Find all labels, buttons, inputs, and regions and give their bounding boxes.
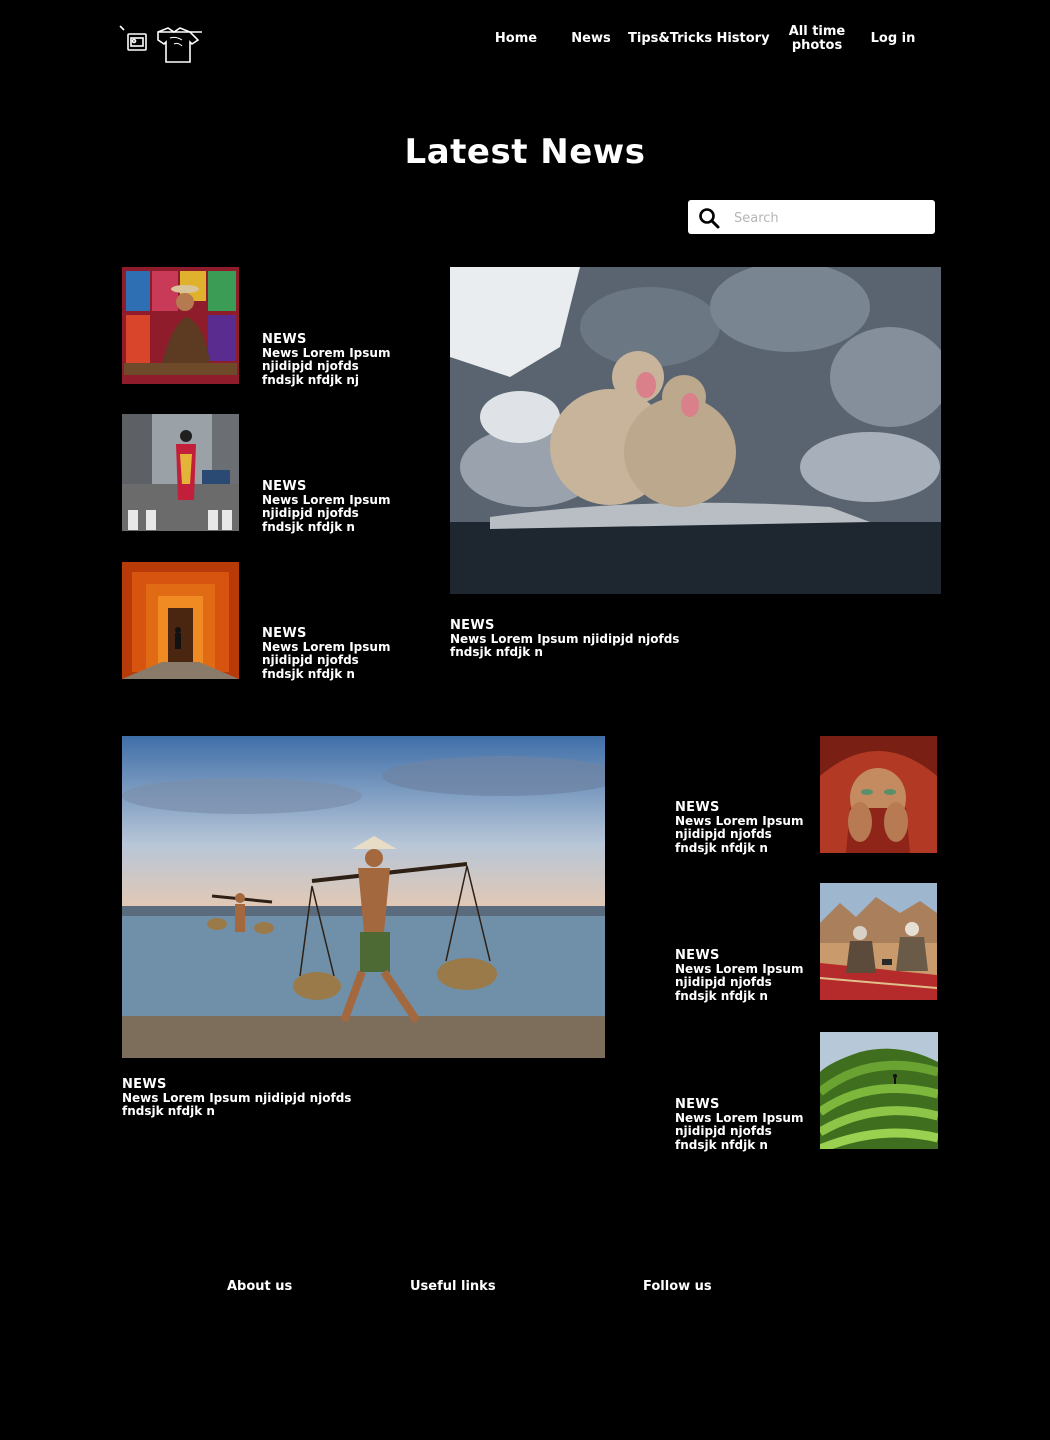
news-description: News Lorem Ipsum njidipjd njofds fndsjk … xyxy=(262,345,391,387)
page-title: Latest News xyxy=(404,132,646,172)
search-icon[interactable] xyxy=(698,207,720,229)
news-thumbnail-image[interactable] xyxy=(820,1032,938,1149)
news-label: NEWS xyxy=(675,948,720,963)
news-description: News Lorem Ipsum njidipjd njofds fndsjk … xyxy=(675,813,804,855)
news-description: News Lorem Ipsum njidipjd njofds fndsjk … xyxy=(262,492,391,534)
featured-news-image[interactable] xyxy=(122,736,605,1058)
news-card[interactable]: NEWS News Lorem Ipsum njidipjd njofds fn… xyxy=(262,480,397,534)
tshirt-logo-icon xyxy=(119,25,202,63)
news-thumbnail-image[interactable] xyxy=(122,414,239,531)
news-description: News Lorem Ipsum njidipjd njofds fndsjk … xyxy=(122,1090,352,1118)
site-logo[interactable] xyxy=(118,24,210,68)
news-label: NEWS xyxy=(122,1077,167,1092)
news-description: News Lorem Ipsum njidipjd njofds fndsjk … xyxy=(450,631,680,659)
nav-tips-tricks[interactable]: Tips&Tricks xyxy=(628,32,712,46)
news-card[interactable]: NEWS News Lorem Ipsum njidipjd njofds fn… xyxy=(675,1098,810,1152)
news-card[interactable]: NEWS News Lorem Ipsum njidipjd njofds fn… xyxy=(675,801,810,855)
news-description: News Lorem Ipsum njidipjd njofds fndsjk … xyxy=(262,639,391,681)
news-label: NEWS xyxy=(675,800,720,815)
nav-news[interactable]: News xyxy=(570,32,612,46)
footer-useful-links[interactable]: Useful links xyxy=(410,1279,496,1294)
featured-news-card[interactable]: NEWS News Lorem Ipsum njidipjd njofds fn… xyxy=(450,619,690,660)
featured-news-image[interactable] xyxy=(450,267,941,594)
news-thumbnail-image[interactable] xyxy=(820,883,937,1000)
nav-history[interactable]: History xyxy=(716,32,770,46)
nav-all-time-photos[interactable]: All time photos xyxy=(786,25,848,53)
news-label: NEWS xyxy=(262,479,307,494)
footer-follow-us[interactable]: Follow us xyxy=(643,1279,712,1294)
search-bar[interactable] xyxy=(688,200,935,236)
search-input[interactable] xyxy=(732,200,931,236)
news-description: News Lorem Ipsum njidipjd njofds fndsjk … xyxy=(675,1110,804,1152)
news-card[interactable]: NEWS News Lorem Ipsum njidipjd njofds fn… xyxy=(675,949,810,1003)
news-description: News Lorem Ipsum njidipjd njofds fndsjk … xyxy=(675,961,804,1003)
news-label: NEWS xyxy=(262,332,307,347)
nav-log-in[interactable]: Log in xyxy=(868,32,918,46)
nav-home[interactable]: Home xyxy=(493,32,539,46)
news-thumbnail-image[interactable] xyxy=(122,267,239,384)
news-card[interactable]: NEWS News Lorem Ipsum njidipjd njofds fn… xyxy=(262,627,397,681)
news-label: NEWS xyxy=(450,618,495,633)
news-thumbnail-image[interactable] xyxy=(820,736,937,853)
news-label: NEWS xyxy=(262,626,307,641)
featured-news-card[interactable]: NEWS News Lorem Ipsum njidipjd njofds fn… xyxy=(122,1078,362,1119)
news-thumbnail-image[interactable] xyxy=(122,562,239,679)
news-card[interactable]: NEWS News Lorem Ipsum njidipjd njofds fn… xyxy=(262,333,397,387)
footer-about-us[interactable]: About us xyxy=(227,1279,292,1294)
news-label: NEWS xyxy=(675,1097,720,1112)
